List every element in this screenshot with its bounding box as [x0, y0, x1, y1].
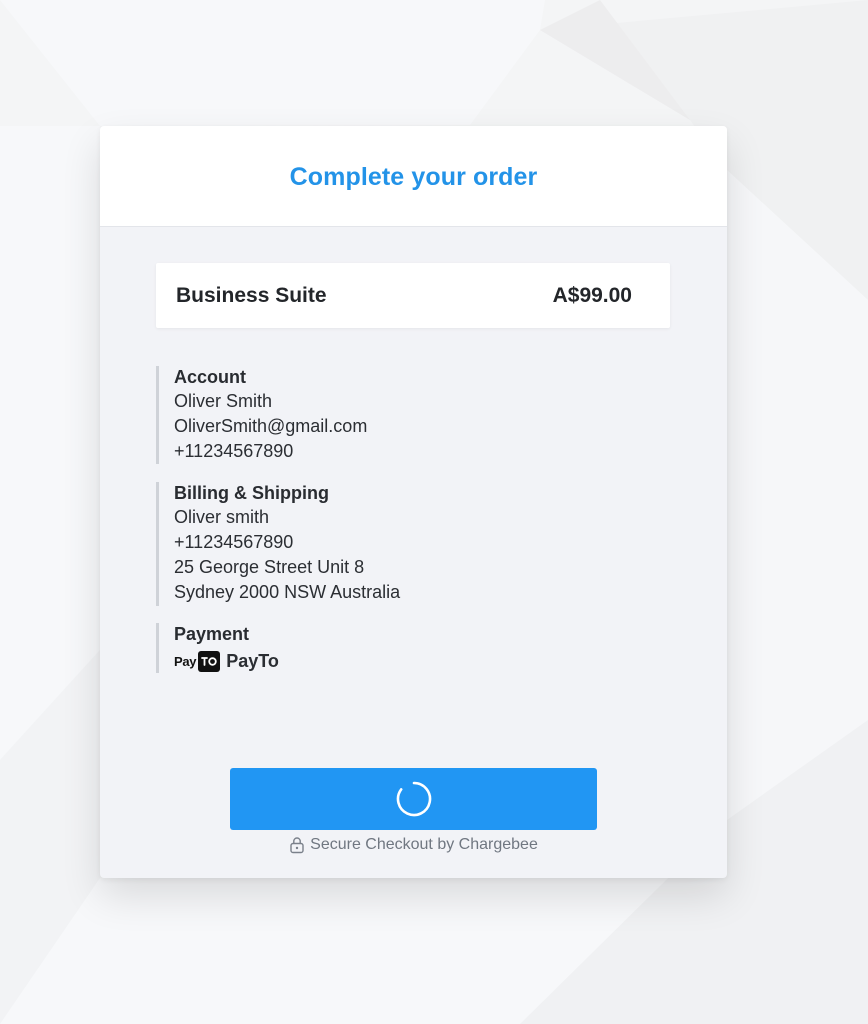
payment-section: Payment Pay PayTo: [156, 623, 279, 673]
payto-logo: Pay: [174, 650, 221, 672]
account-email: OliverSmith@gmail.com: [174, 416, 368, 436]
loading-spinner-icon: [396, 781, 431, 817]
page-title: Complete your order: [289, 162, 538, 191]
product-price: A$99.00: [552, 283, 632, 307]
secure-checkout-note: Secure Checkout by Chargebee: [100, 836, 727, 854]
billing-shipping-section: Billing & Shipping Oliver smith +1123456…: [156, 482, 400, 606]
product-name: Business Suite: [176, 283, 327, 307]
billing-address-line1: 25 George Street Unit 8: [174, 557, 365, 577]
payment-method: Pay PayTo: [174, 648, 279, 674]
checkout-header: Complete your order: [100, 126, 727, 227]
checkout-card: Complete your order Business Suite A$99.…: [100, 126, 727, 878]
billing-phone: +11234567890: [174, 532, 294, 552]
product-summary: Business Suite A$99.00: [156, 263, 670, 328]
account-section: Account Oliver Smith OliverSmith@gmail.c…: [156, 366, 367, 464]
payment-title: Payment: [174, 624, 250, 644]
payto-logo-text: Pay: [174, 653, 197, 669]
account-title: Account: [174, 367, 246, 387]
billing-title: Billing & Shipping: [174, 483, 329, 503]
payment-method-label: PayTo: [226, 650, 279, 671]
lock-icon: [290, 837, 304, 854]
billing-name: Oliver smith: [174, 507, 270, 527]
account-name: Oliver Smith: [174, 391, 273, 411]
account-phone: +11234567890: [174, 441, 294, 461]
secure-checkout-text: Secure Checkout by Chargebee: [310, 836, 538, 853]
billing-address-line2: Sydney 2000 NSW Australia: [174, 582, 401, 602]
payto-badge-icon: [198, 650, 221, 672]
submit-order-button[interactable]: [230, 768, 597, 830]
